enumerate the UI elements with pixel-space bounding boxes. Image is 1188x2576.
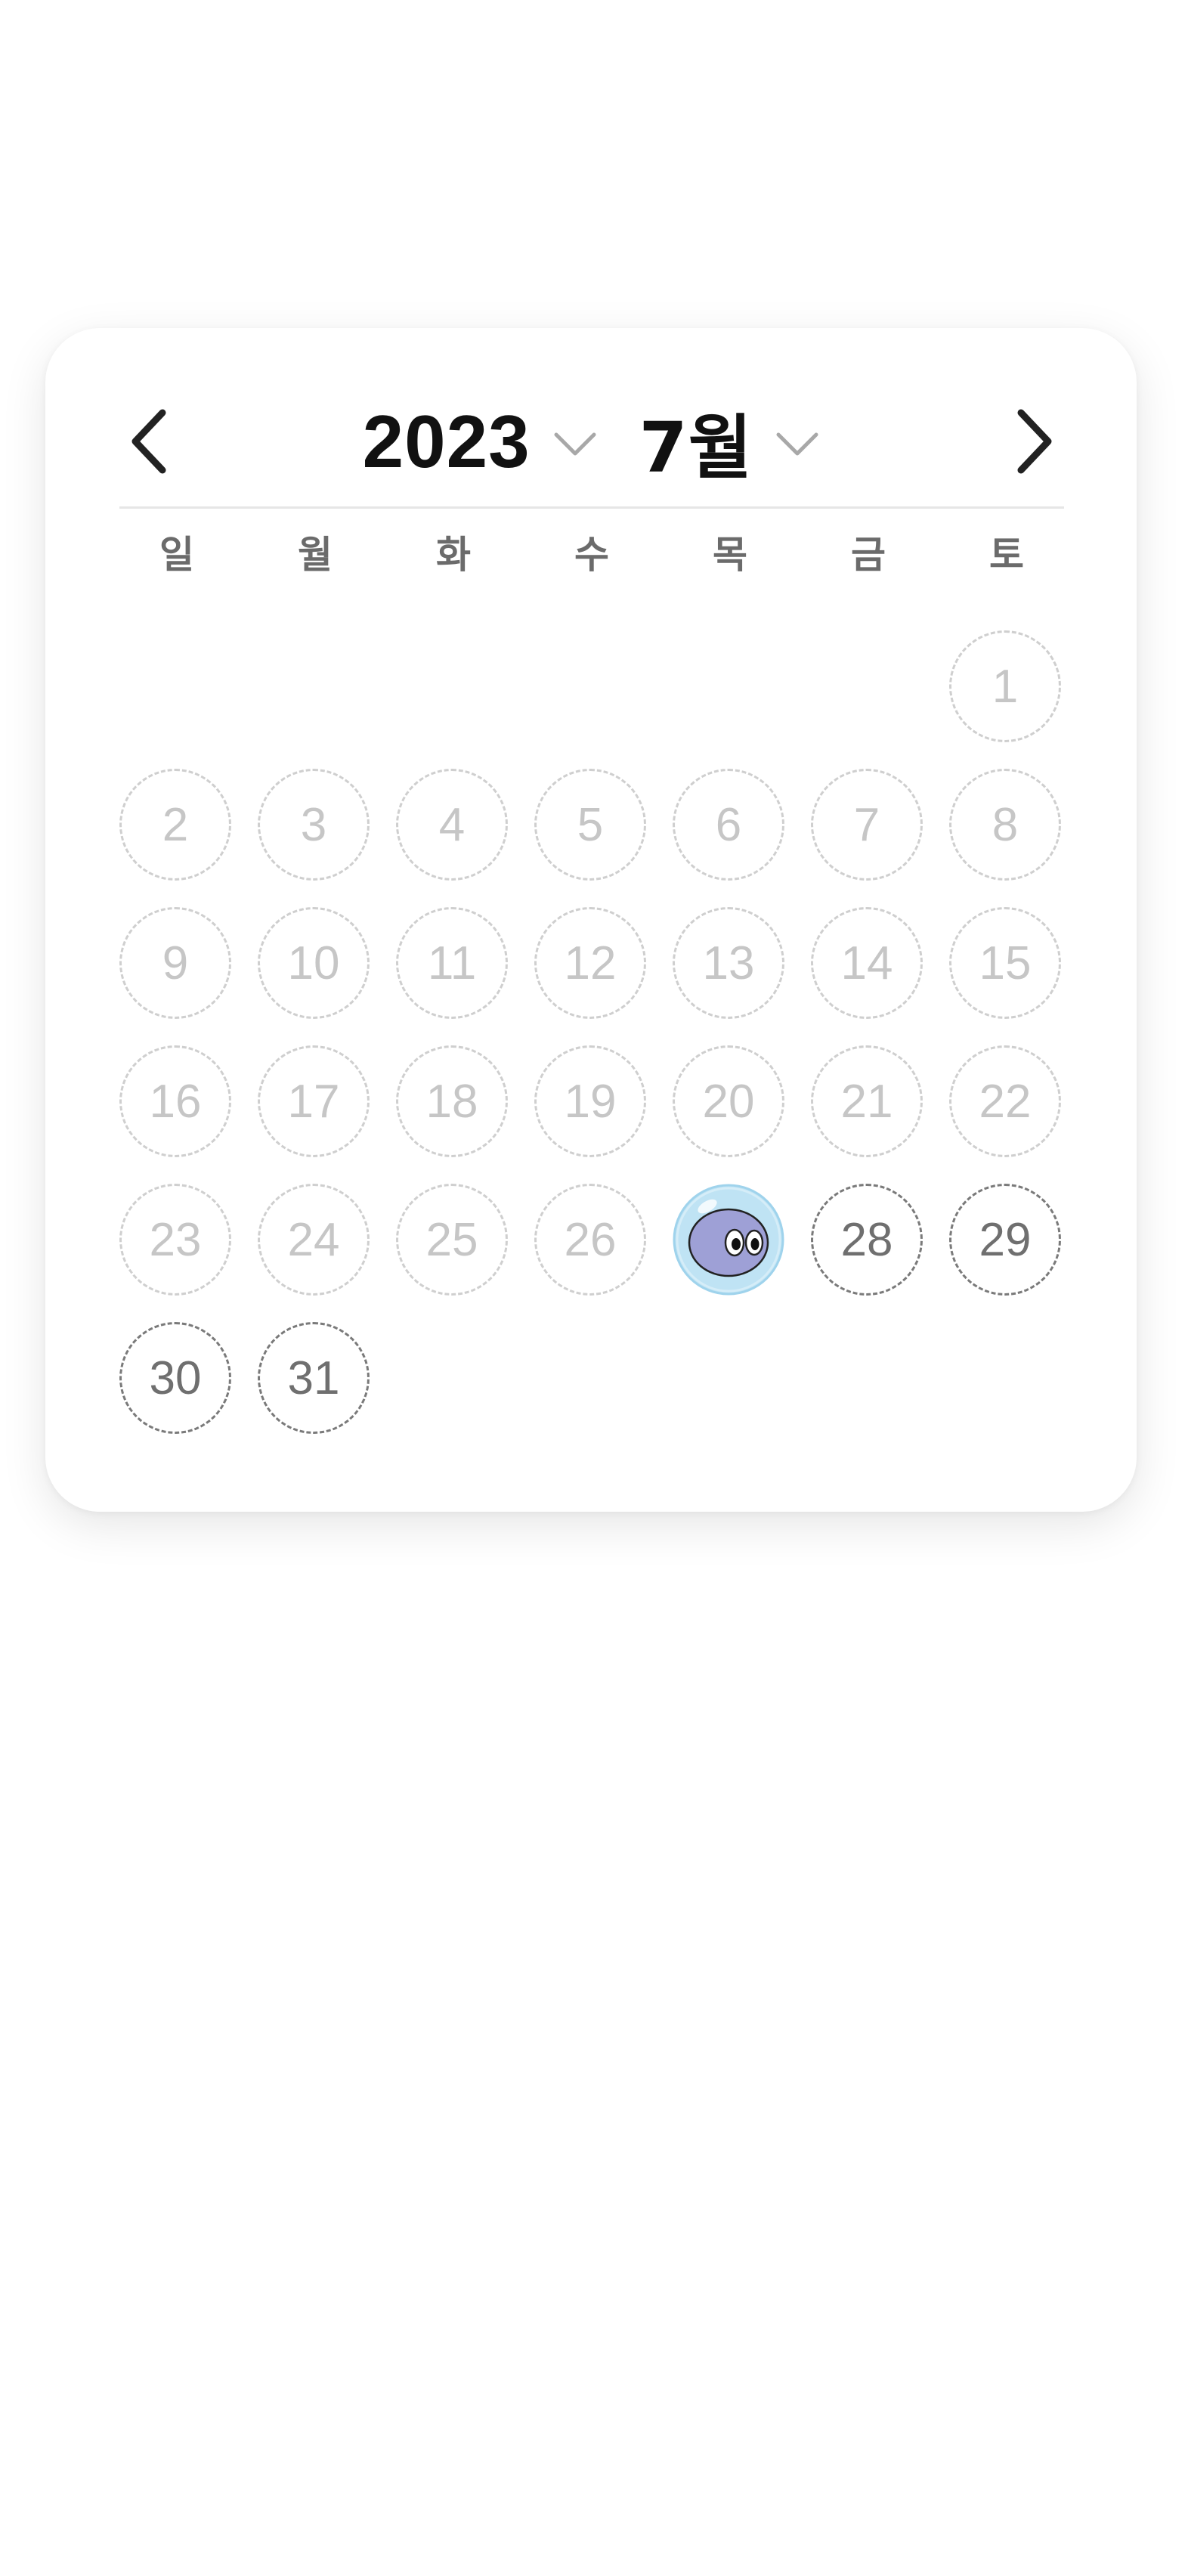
day-cell-23[interactable]: 23 — [119, 1184, 231, 1296]
day-number: 9 — [162, 937, 189, 989]
day-cell-17[interactable]: 17 — [258, 1045, 370, 1157]
day-cell-14[interactable]: 14 — [811, 907, 923, 1019]
day-number: 2 — [162, 798, 189, 851]
day-number: 11 — [427, 937, 477, 989]
day-cell-16[interactable]: 16 — [119, 1045, 231, 1157]
day-cell-3[interactable]: 3 — [258, 769, 370, 881]
day-number: 10 — [287, 937, 340, 989]
day-cell-24[interactable]: 24 — [258, 1184, 370, 1296]
day-number: 12 — [564, 937, 617, 989]
day-cell-20[interactable]: 20 — [673, 1045, 784, 1157]
day-number: 20 — [702, 1075, 755, 1128]
calendar-card: 2023 7월 일 월 화 수 목 금 토 12 3 4 5 6 7 8 9 1… — [45, 328, 1137, 1512]
day-number: 15 — [979, 937, 1032, 989]
day-number: 14 — [840, 937, 893, 989]
day-number: 3 — [300, 798, 327, 851]
day-cell-10[interactable]: 10 — [258, 907, 370, 1019]
day-cell-4[interactable]: 4 — [396, 769, 508, 881]
day-cell-7[interactable]: 7 — [811, 769, 923, 881]
day-cell-29[interactable]: 29 — [949, 1184, 1061, 1296]
day-cell-25[interactable]: 25 — [396, 1184, 508, 1296]
day-number: 19 — [564, 1075, 617, 1128]
day-number: 24 — [287, 1213, 340, 1266]
day-number: 23 — [149, 1213, 202, 1266]
day-cell-1[interactable]: 1 — [949, 630, 1061, 742]
day-number: 13 — [702, 937, 755, 989]
day-number: 22 — [979, 1075, 1032, 1128]
day-number: 4 — [438, 798, 466, 851]
day-number: 29 — [979, 1213, 1032, 1266]
day-number: 6 — [715, 798, 742, 851]
day-cell-6[interactable]: 6 — [673, 769, 784, 881]
day-cell-27[interactable] — [673, 1184, 784, 1296]
day-cell-22[interactable]: 22 — [949, 1045, 1061, 1157]
day-number: 28 — [840, 1213, 893, 1266]
day-cell-30[interactable]: 30 — [119, 1322, 231, 1434]
day-cell-18[interactable]: 18 — [396, 1045, 508, 1157]
day-cell-28[interactable]: 28 — [811, 1184, 923, 1296]
day-number: 31 — [287, 1351, 340, 1404]
day-cell-21[interactable]: 21 — [811, 1045, 923, 1157]
day-number: 30 — [149, 1351, 202, 1404]
day-cell-8[interactable]: 8 — [949, 769, 1061, 881]
day-number: 1 — [992, 660, 1019, 713]
day-number: 16 — [149, 1075, 202, 1128]
day-cell-5[interactable]: 5 — [534, 769, 646, 881]
day-cell-15[interactable]: 15 — [949, 907, 1061, 1019]
day-cell-12[interactable]: 12 — [534, 907, 646, 1019]
day-cell-2[interactable]: 2 — [119, 769, 231, 881]
day-cell-11[interactable]: 11 — [396, 907, 508, 1019]
day-number: 21 — [840, 1075, 893, 1128]
bubble-character-icon — [673, 1184, 784, 1296]
day-cell-19[interactable]: 19 — [534, 1045, 646, 1157]
day-cell-31[interactable]: 31 — [258, 1322, 370, 1434]
day-number: 5 — [577, 798, 604, 851]
day-number: 26 — [564, 1213, 617, 1266]
day-number: 25 — [425, 1213, 478, 1266]
day-number: 17 — [287, 1075, 340, 1128]
day-number: 8 — [992, 798, 1019, 851]
day-cell-26[interactable]: 26 — [534, 1184, 646, 1296]
day-cell-13[interactable]: 13 — [673, 907, 784, 1019]
day-number: 7 — [853, 798, 880, 851]
day-number: 18 — [425, 1075, 478, 1128]
day-grid: 1 2 3 4 5 6 7 8 9 10 11 12 13 14 15 16 17 18 19 20 21 22 23 24 2… — [45, 328, 1137, 1512]
day-cell-9[interactable]: 9 — [119, 907, 231, 1019]
